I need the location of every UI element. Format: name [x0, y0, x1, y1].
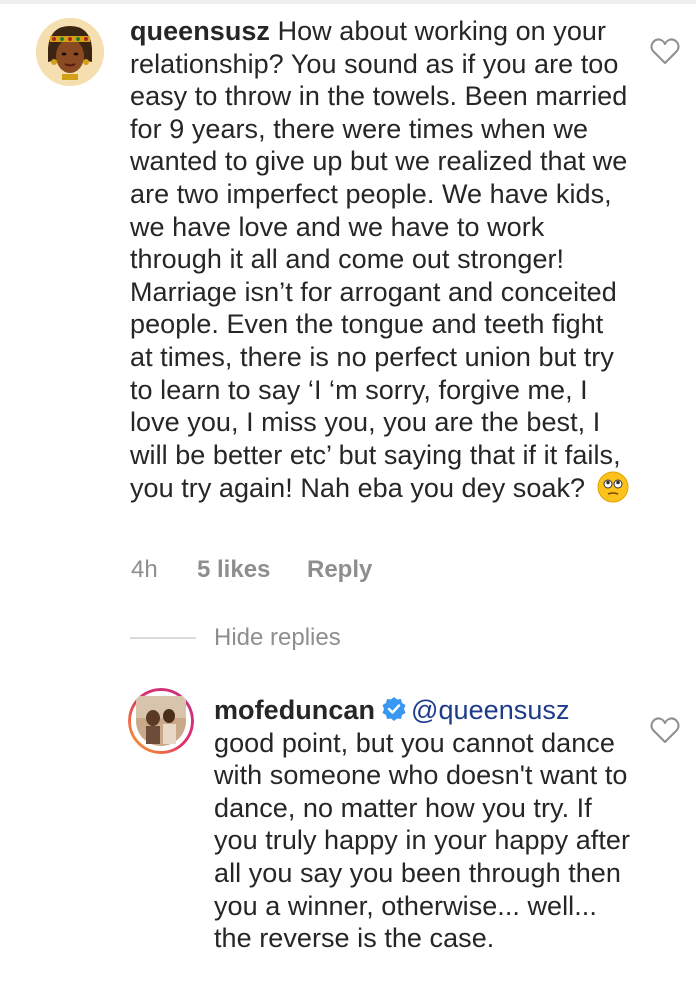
hide-replies-toggle[interactable]: Hide replies — [130, 624, 341, 652]
likes-count[interactable]: 5 likes — [197, 556, 307, 584]
reply-body: mofeduncan @queensusz good point, but yo… — [214, 694, 634, 955]
reply-text: good point, but you cannot dance with so… — [214, 727, 630, 954]
comment-meta: 4h 5 likes Reply — [131, 556, 372, 584]
reply-like-heart-icon[interactable] — [650, 716, 680, 744]
like-heart-icon[interactable] — [650, 37, 680, 65]
comment-body: queensusz How about working on your rela… — [130, 15, 630, 505]
hide-replies-line — [130, 637, 196, 639]
reply-mention-link[interactable]: @queensusz — [411, 695, 570, 725]
commenter-avatar[interactable] — [36, 18, 104, 86]
comment-text: How about working on your relationship? … — [130, 16, 628, 504]
comment-username[interactable]: queensusz — [130, 16, 270, 46]
hide-replies-label[interactable]: Hide replies — [214, 624, 341, 652]
comment-timestamp: 4h — [131, 556, 158, 583]
top-divider — [0, 0, 696, 4]
verified-badge-icon — [381, 696, 407, 722]
reply-avatar[interactable] — [128, 688, 194, 754]
flushed-face-emoji-icon — [597, 471, 629, 503]
reply-button[interactable]: Reply — [307, 556, 372, 584]
photo-avatar-with-story-ring-icon — [128, 688, 194, 754]
reply-username[interactable]: mofeduncan — [214, 695, 375, 725]
illustrated-woman-avatar-icon — [36, 18, 104, 86]
